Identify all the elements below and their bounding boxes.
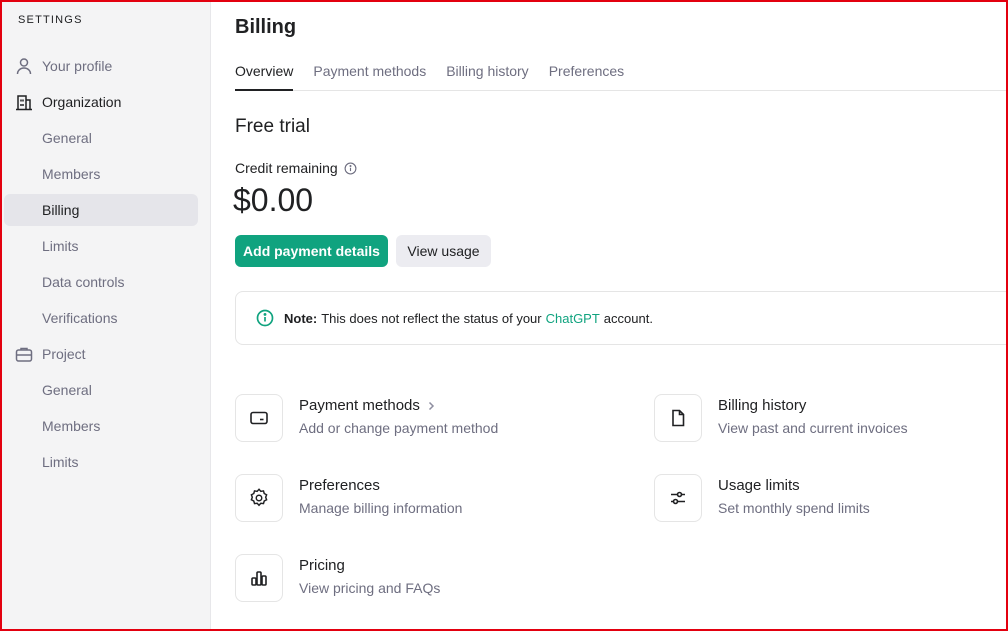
briefcase-icon — [15, 347, 33, 362]
sidebar-item-label: General — [42, 382, 92, 398]
tab-bar: Overview Payment methods Billing history… — [235, 54, 1006, 91]
note-prefix: Note: — [284, 310, 318, 326]
sidebar-item-label: Limits — [42, 238, 79, 254]
credit-label-text: Credit remaining — [235, 160, 338, 176]
bar-chart-icon — [251, 571, 267, 586]
sidebar-item-org-limits[interactable]: Limits — [4, 230, 198, 262]
card-title: Preferences — [299, 477, 380, 494]
sidebar-item-billing[interactable]: Billing — [4, 194, 198, 226]
sidebar-nav: Your profile Organization General Member… — [4, 50, 198, 482]
sidebar-item-org-members[interactable]: Members — [4, 158, 198, 190]
credit-card-icon — [250, 411, 268, 425]
person-icon — [16, 58, 32, 75]
tab-preferences[interactable]: Preferences — [549, 54, 624, 91]
sidebar-item-data-controls[interactable]: Data controls — [4, 266, 198, 298]
sidebar-item-verifications[interactable]: Verifications — [4, 302, 198, 334]
sidebar-item-project-limits[interactable]: Limits — [4, 446, 198, 478]
main-content: Billing Overview Payment methods Billing… — [211, 2, 1008, 629]
note-suffix: account. — [603, 310, 653, 326]
card-text: Preferences Manage billing information — [299, 474, 462, 526]
sidebar: SETTINGS Your profile Organization Gener… — [2, 2, 211, 629]
credit-amount: $0.00 — [233, 182, 314, 218]
card-icon-box — [235, 394, 283, 442]
gear-icon — [250, 488, 268, 507]
sliders-icon — [671, 491, 685, 505]
card-payment-methods[interactable]: Payment methods Add or change payment me… — [235, 394, 595, 446]
sidebar-item-label: Members — [42, 418, 101, 434]
sidebar-item-label: Data controls — [42, 274, 125, 290]
card-description: Add or change payment method — [299, 420, 499, 436]
card-usage-limits[interactable]: Usage limits Set monthly spend limits — [654, 474, 1008, 526]
chevron-right-icon — [428, 401, 434, 410]
note-banner: Note: This does not reflect the status o… — [235, 291, 1008, 345]
credit-remaining-label: Credit remaining — [235, 160, 357, 176]
card-billing-history[interactable]: Billing history View past and current in… — [654, 394, 1008, 446]
info-icon[interactable] — [344, 162, 357, 175]
sidebar-item-project-members[interactable]: Members — [4, 410, 198, 442]
card-icon-box — [235, 474, 283, 522]
sidebar-item-label: Billing — [42, 202, 80, 218]
card-icon-box — [235, 554, 283, 602]
page-title: Billing — [235, 16, 297, 38]
section-title: Free trial — [235, 116, 310, 137]
card-icon-box — [654, 474, 702, 522]
card-icon-box — [654, 394, 702, 442]
tab-billing-history[interactable]: Billing history — [446, 54, 528, 91]
card-text: Billing history View past and current in… — [718, 394, 908, 446]
card-title: Billing history — [718, 397, 807, 414]
chatgpt-link[interactable]: ChatGPT — [546, 311, 600, 326]
tab-payment-methods[interactable]: Payment methods — [313, 54, 426, 91]
sidebar-item-organization[interactable]: Organization — [4, 86, 198, 118]
card-title: Pricing — [299, 557, 345, 574]
sidebar-item-project-general[interactable]: General — [4, 374, 198, 406]
view-usage-button[interactable]: View usage — [396, 235, 491, 267]
sidebar-item-label: Organization — [42, 94, 122, 110]
add-payment-details-button[interactable]: Add payment details — [235, 235, 388, 267]
building-icon — [16, 95, 32, 111]
sidebar-item-label: Project — [42, 346, 86, 362]
card-title: Usage limits — [718, 477, 800, 494]
sidebar-heading: SETTINGS — [18, 14, 83, 26]
card-description: View past and current invoices — [718, 420, 908, 436]
sidebar-item-label: Members — [42, 166, 101, 182]
card-title-text: Payment methods — [299, 397, 420, 414]
document-icon — [672, 409, 685, 427]
card-description: View pricing and FAQs — [299, 580, 441, 596]
info-circle-icon — [256, 309, 274, 327]
card-preferences[interactable]: Preferences Manage billing information — [235, 474, 595, 526]
card-text: Pricing View pricing and FAQs — [299, 554, 440, 606]
sidebar-item-org-general[interactable]: General — [4, 122, 198, 154]
note-text: This does not reflect the status of your — [321, 310, 542, 326]
sidebar-item-project[interactable]: Project — [4, 338, 198, 370]
card-description: Manage billing information — [299, 500, 463, 516]
card-text: Payment methods Add or change payment me… — [299, 394, 498, 446]
sidebar-item-label: Limits — [42, 454, 79, 470]
card-pricing[interactable]: Pricing View pricing and FAQs — [235, 554, 595, 606]
sidebar-item-label: Your profile — [42, 58, 113, 74]
tab-overview[interactable]: Overview — [235, 54, 294, 91]
card-text: Usage limits Set monthly spend limits — [718, 474, 870, 526]
card-description: Set monthly spend limits — [718, 500, 870, 516]
sidebar-item-label: Verifications — [42, 310, 118, 326]
sidebar-item-your-profile[interactable]: Your profile — [4, 50, 198, 82]
card-title: Payment methods — [299, 397, 498, 414]
sidebar-item-label: General — [42, 130, 92, 146]
